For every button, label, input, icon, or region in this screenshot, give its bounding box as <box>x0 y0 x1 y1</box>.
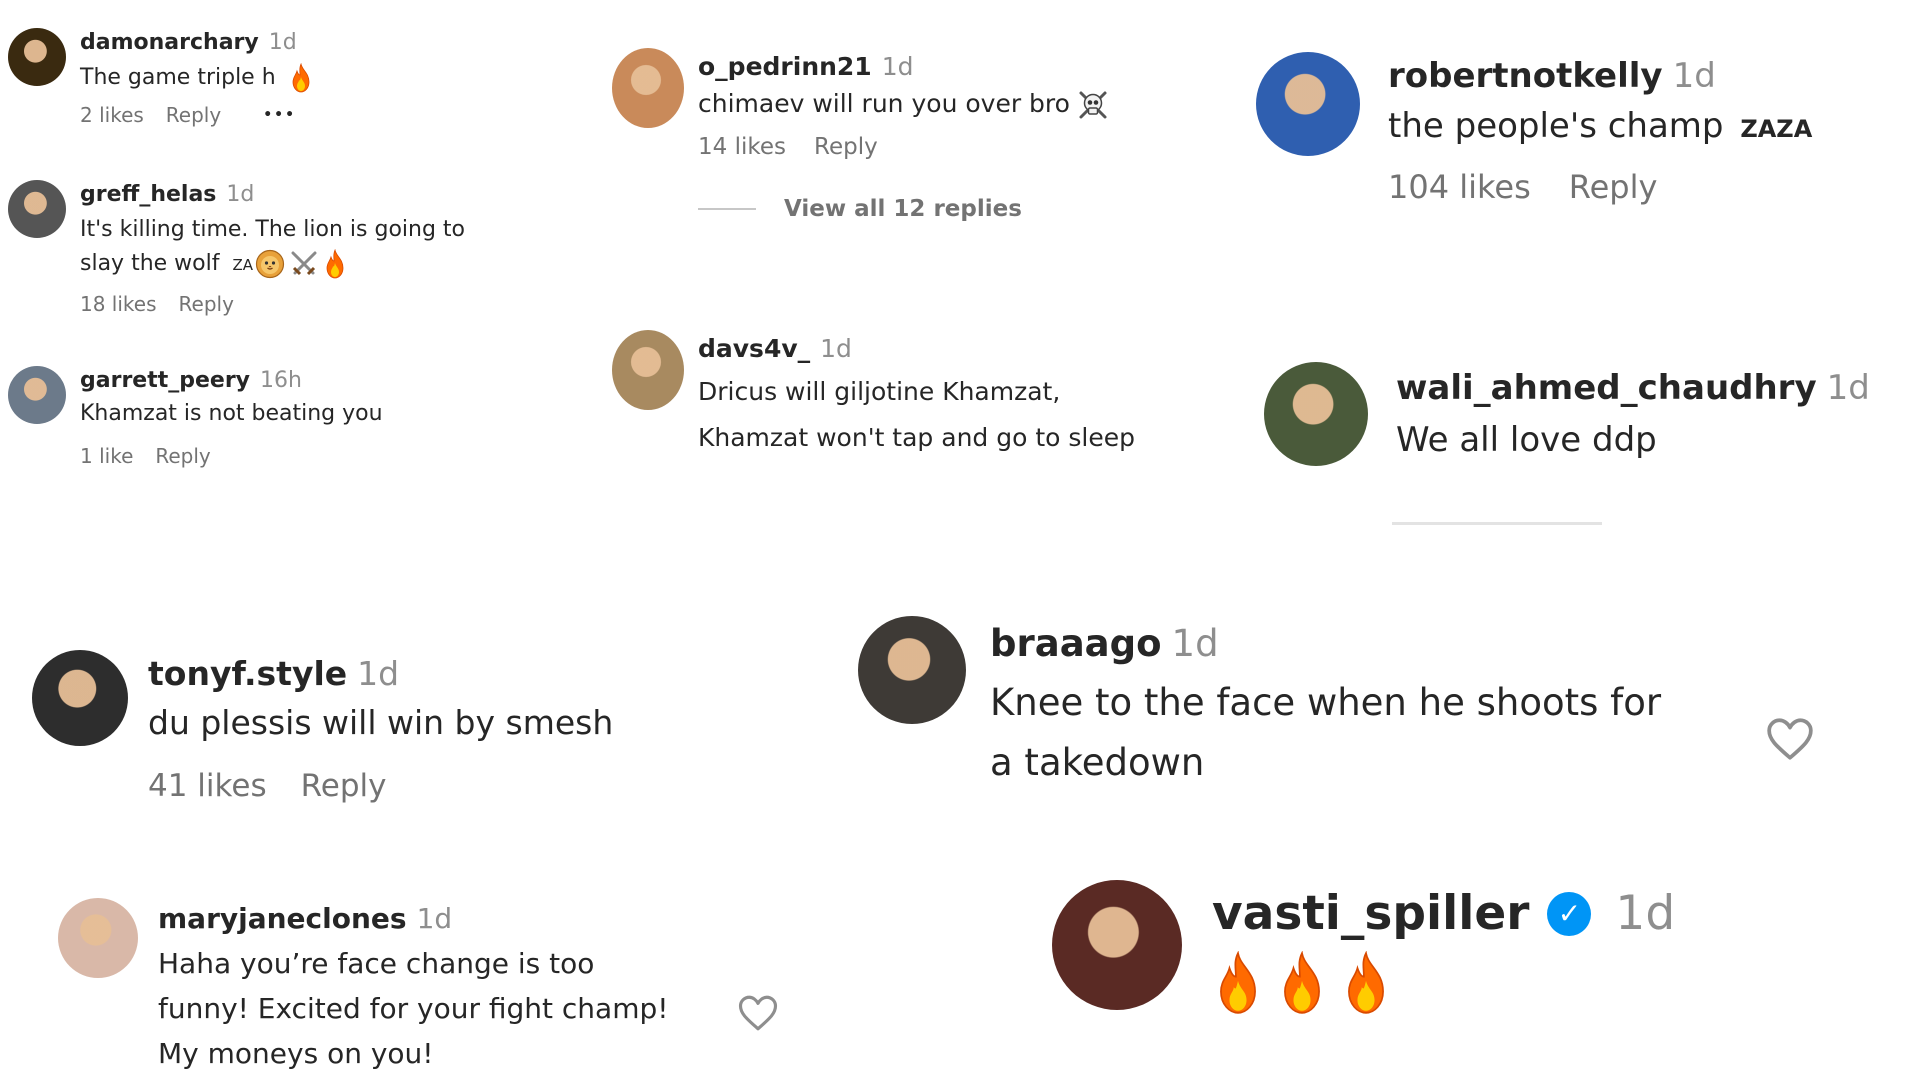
likes-count[interactable]: 14 likes <box>698 134 786 160</box>
comment-davs4v: davs4v_ 1d Dricus will giljotine Khamzat… <box>612 330 1135 461</box>
username[interactable]: vasti_spiller <box>1212 886 1529 941</box>
comment-tonyf-style: tonyf.style 1d du plessis will win by sm… <box>32 650 613 804</box>
cropped-edge <box>1392 522 1602 525</box>
comment-text-line-2: funny! Excited for your fight champ! <box>158 992 669 1025</box>
comment-text: du plessis will win by smesh <box>148 703 614 742</box>
view-replies-button[interactable]: View all 12 replies <box>698 196 1108 222</box>
likes-count[interactable]: 41 likes <box>148 768 267 804</box>
crossed-swords-emoji-icon <box>289 249 319 279</box>
like-heart-icon[interactable] <box>1764 714 1816 764</box>
comment-damonarchary: damonarchary 1d The game triple h 2 like… <box>8 28 313 127</box>
comment-text-line-1: Knee to the face when he shoots for <box>990 681 1662 724</box>
username[interactable]: maryjaneclones <box>158 902 407 935</box>
comment-robertnotkelly: robertnotkelly 1d the people's champ ZAZ… <box>1256 52 1812 206</box>
comment-text: We all love ddp <box>1396 420 1657 460</box>
comment-greff-helas: greff_helas 1d It's killing time. The li… <box>8 180 465 316</box>
username[interactable]: greff_helas <box>80 182 216 207</box>
emoji-row <box>1212 951 1675 1015</box>
comment-wali-ahmed-chaudhry: wali_ahmed_chaudhry 1d We all love ddp <box>1264 362 1870 466</box>
comment-vasti-spiller: vasti_spiller ✓ 1d <box>1052 880 1675 1015</box>
avatar[interactable] <box>858 616 966 724</box>
reply-button[interactable]: Reply <box>155 444 210 468</box>
comment-braaago: braaago 1d Knee to the face when he shoo… <box>858 616 1661 793</box>
avatar[interactable] <box>8 366 66 424</box>
avatar[interactable] <box>8 180 66 238</box>
comment-text-line-2: a takedown <box>990 741 1205 784</box>
likes-count[interactable]: 1 like <box>80 444 133 468</box>
username[interactable]: wali_ahmed_chaudhry <box>1396 368 1817 408</box>
reply-button[interactable]: Reply <box>1569 168 1658 206</box>
comment-text: The game triple h <box>80 65 276 90</box>
timestamp[interactable]: 16h <box>260 368 302 393</box>
likes-count[interactable]: 18 likes <box>80 292 157 316</box>
text-tag: ZA <box>232 256 254 274</box>
likes-count[interactable]: 104 likes <box>1388 168 1531 206</box>
timestamp[interactable]: 1d <box>1615 886 1675 941</box>
verified-badge-icon: ✓ <box>1547 891 1592 936</box>
timestamp[interactable]: 1d <box>357 654 399 693</box>
comment-text-line-1: Dricus will giljotine Khamzat, <box>698 377 1061 406</box>
skull-crossbones-emoji-icon <box>1078 90 1108 120</box>
avatar[interactable] <box>612 330 684 410</box>
avatar[interactable] <box>8 28 66 86</box>
comment-maryjaneclones: maryjaneclones 1d Haha you’re face chang… <box>58 898 668 1076</box>
reply-button[interactable]: Reply <box>301 768 387 804</box>
avatar[interactable] <box>58 898 138 978</box>
timestamp[interactable]: 1d <box>882 52 914 81</box>
timestamp[interactable]: 1d <box>417 902 453 935</box>
comment-text-line-2: Khamzat won't tap and go to sleep <box>698 423 1135 452</box>
username[interactable]: garrett_peery <box>80 368 250 393</box>
reply-button[interactable]: Reply <box>179 292 234 316</box>
comment-text: the people's champ <box>1388 106 1724 146</box>
avatar[interactable] <box>1052 880 1182 1010</box>
reply-button[interactable]: Reply <box>814 134 878 160</box>
avatar[interactable] <box>32 650 128 746</box>
username[interactable]: tonyf.style <box>148 654 347 693</box>
username[interactable]: davs4v_ <box>698 334 810 363</box>
text-tag: ZAZA <box>1740 115 1813 143</box>
fire-emoji-icon <box>1276 951 1328 1015</box>
avatar[interactable] <box>1256 52 1360 156</box>
fire-emoji-icon <box>1212 951 1264 1015</box>
comment-text-line-1: It's killing time. The lion is going to <box>80 217 466 242</box>
avatar[interactable] <box>1264 362 1368 466</box>
timestamp[interactable]: 1d <box>226 182 254 207</box>
comment-text: Khamzat is not beating you <box>80 401 383 426</box>
comment-text: chimaev will run you over bro <box>698 89 1070 118</box>
more-options-icon[interactable]: ••• <box>263 107 296 123</box>
comment-o-pedrinn21: o_pedrinn21 1d chimaev will run you over… <box>612 48 1108 222</box>
lion-emoji-icon <box>255 249 285 279</box>
fire-emoji-icon <box>289 63 313 93</box>
reply-button[interactable]: Reply <box>166 103 221 127</box>
username[interactable]: o_pedrinn21 <box>698 52 872 81</box>
like-heart-icon[interactable] <box>736 992 780 1034</box>
timestamp[interactable]: 1d <box>1172 622 1219 665</box>
timestamp[interactable]: 1d <box>820 334 852 363</box>
username[interactable]: damonarchary <box>80 30 259 55</box>
avatar[interactable] <box>612 48 684 128</box>
replies-divider <box>698 208 756 210</box>
view-replies-label: View all 12 replies <box>784 196 1022 222</box>
comment-text-line-1: Haha you’re face change is too <box>158 947 595 980</box>
timestamp[interactable]: 1d <box>1673 56 1716 96</box>
timestamp[interactable]: 1d <box>269 30 297 55</box>
likes-count[interactable]: 2 likes <box>80 103 144 127</box>
timestamp[interactable]: 1d <box>1827 368 1870 408</box>
fire-emoji-icon <box>1340 951 1392 1015</box>
comment-text-line-3: My moneys on you! <box>158 1037 434 1070</box>
comment-text-line-2: slay the wolf <box>80 251 220 276</box>
comment-garrett-peery: garrett_peery 16h Khamzat is not beating… <box>8 366 383 468</box>
username[interactable]: braaago <box>990 622 1162 665</box>
username[interactable]: robertnotkelly <box>1388 56 1663 96</box>
fire-emoji-icon <box>323 249 347 279</box>
